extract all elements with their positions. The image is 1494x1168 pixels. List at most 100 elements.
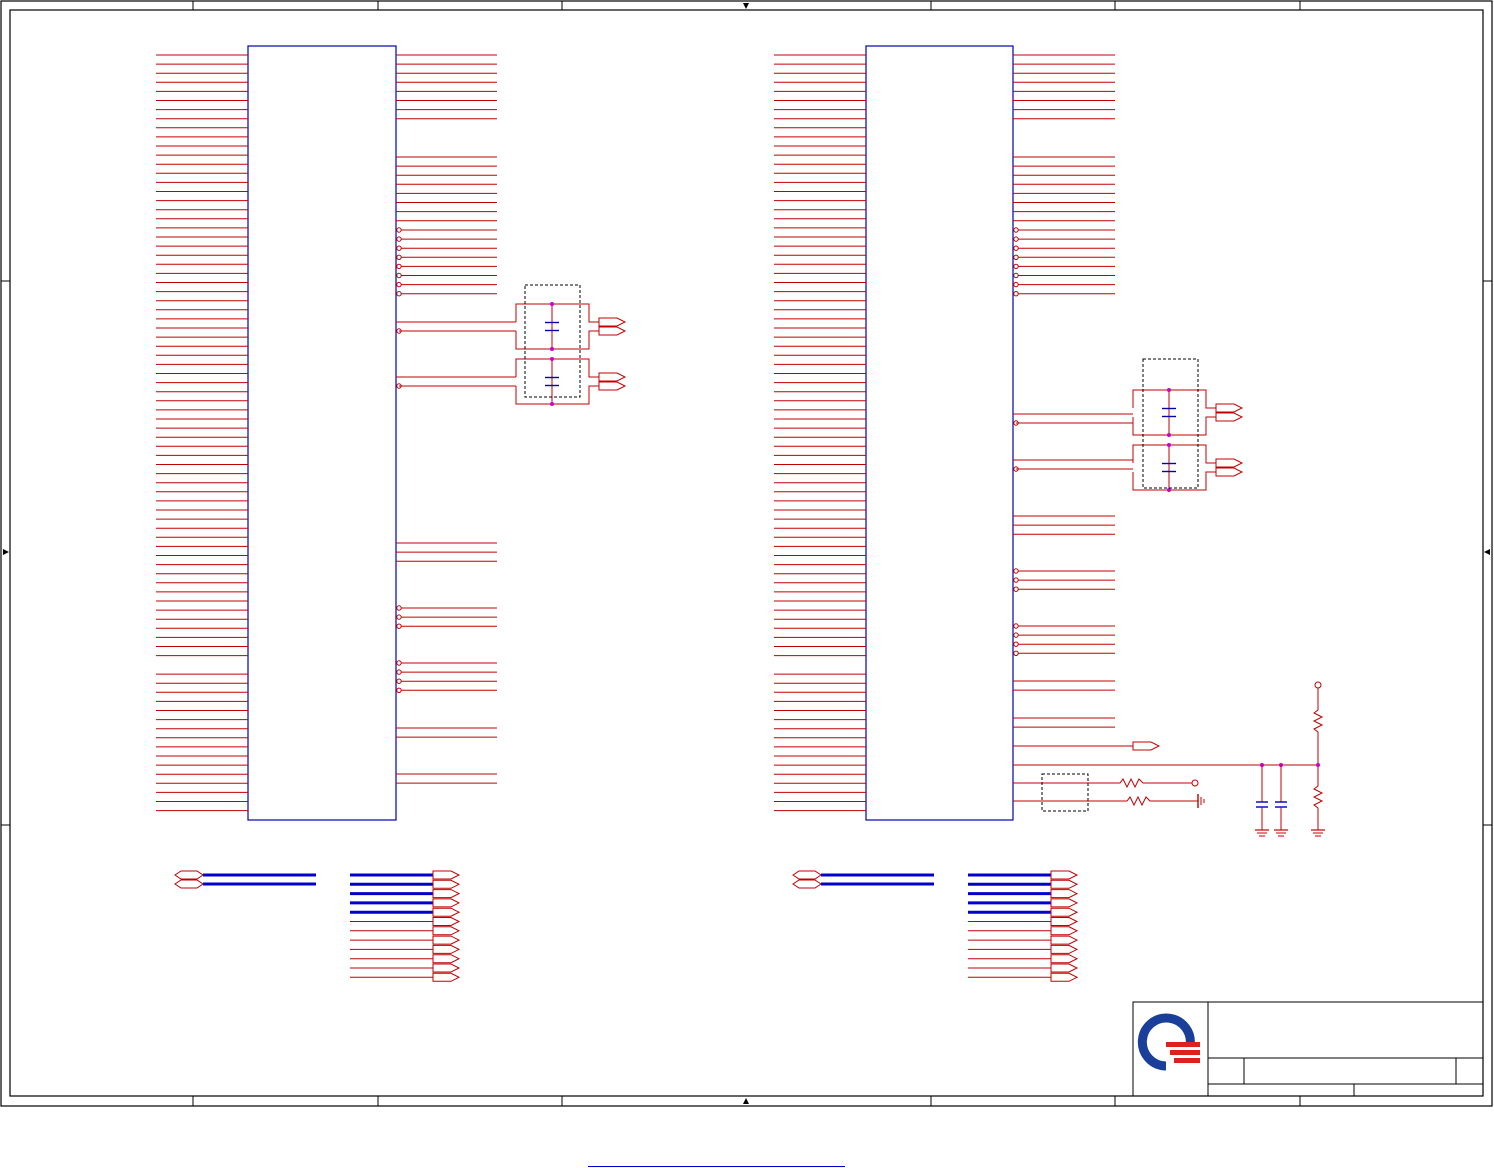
net-port [432,963,461,973]
left-ic-body[interactable] [247,45,397,821]
right-net-bus [792,870,1079,982]
pin-bubble [1013,263,1019,270]
cap-wire [515,385,599,405]
pin-bubble [396,263,402,270]
pin-bubble [396,281,402,288]
pin-bubble [396,669,402,675]
right-capacitor-network [1132,358,1244,492]
left-ic-left-pins [156,54,248,812]
junction-dot [1167,488,1171,492]
net-port [598,372,627,382]
left-ic-right-pins [396,54,516,784]
pin-bubble [396,605,402,611]
pin-bubble [1013,632,1019,638]
net-port [432,870,461,880]
title-block-frame [1132,1001,1484,1097]
dashed-box [1041,773,1089,812]
net-port [1050,907,1079,917]
net-port [1215,458,1244,468]
resistor [1115,795,1198,807]
dashed-box [1142,358,1199,489]
junction-dot [550,402,554,406]
pin-bubble [1013,586,1019,592]
pin-bubble [396,660,402,666]
net-port [432,917,461,926]
net-port [598,381,627,391]
title-block [1132,1001,1484,1097]
pin-bubble [396,245,402,251]
net-port [174,879,204,889]
net-port [1050,963,1079,973]
resistor [1115,777,1192,789]
center-arrows [3,3,1490,1104]
right-reset-network [1041,681,1325,837]
zone-ticks [1,1,1492,1106]
junction-dot [1316,763,1320,767]
pin-bubble [396,614,402,620]
junction-dot [550,347,554,351]
outer-border [0,0,1493,1107]
pin-bubble [396,227,402,233]
cap-wire [1132,444,1216,464]
junction-dot [1167,443,1171,447]
net-port [1050,889,1079,899]
pin-bubble [1013,281,1019,288]
pin-bubble [1013,272,1019,279]
right-ic-right-pins [1013,54,1318,802]
net-port [1215,467,1244,477]
net-port [432,954,461,964]
net-port [1215,412,1244,422]
sheet-frame [0,0,1493,1107]
pin-bubble [1013,623,1019,629]
junction-dot [550,357,554,361]
pin-bubble [396,623,402,629]
output-port [1132,741,1161,751]
net-port [1050,879,1079,889]
quanta-logo [1137,1013,1200,1071]
net-port [1050,917,1079,926]
pin-bubble [1013,568,1019,574]
net-port [432,944,461,954]
left-capacitor-network [515,284,627,406]
net-port [432,972,461,982]
net-port [432,907,461,917]
cap-wire [515,330,599,350]
pin-bubble [1013,254,1019,260]
pin-bubble [396,291,402,297]
left-ic-block [156,45,627,982]
power-terminal [1191,779,1199,787]
net-port [598,317,627,327]
junction-dot [1167,388,1171,392]
net-port [1050,870,1079,880]
cap-wire [515,303,599,323]
pin-bubble [396,254,402,260]
net-port [598,326,627,336]
pin-bubble [1013,245,1019,251]
pin-bubble [396,687,402,693]
left-net-bus [174,870,461,982]
net-port [1050,926,1079,936]
net-port [432,935,461,945]
pin-bubble [396,678,402,684]
net-port [1050,898,1079,908]
right-ic-left-pins [774,54,866,812]
schematic-sheet [0,0,1493,1107]
net-port [1050,944,1079,954]
net-port [432,898,461,908]
resistor [1312,765,1324,830]
net-port [1050,935,1079,945]
pin-bubble [1013,291,1019,297]
right-ic-body[interactable] [865,45,1014,821]
pin-bubble [396,272,402,279]
cap-wire [1132,389,1216,409]
pin-bubble [396,236,402,242]
pin-bubble [1013,227,1019,233]
net-port [174,870,204,880]
footer-link-underline[interactable] [588,1166,845,1167]
junction-dot [550,302,554,306]
power-terminal [1314,681,1322,689]
resistor [1312,688,1324,765]
net-port [1215,403,1244,413]
cap-wire [1132,416,1216,436]
net-port [792,879,822,889]
